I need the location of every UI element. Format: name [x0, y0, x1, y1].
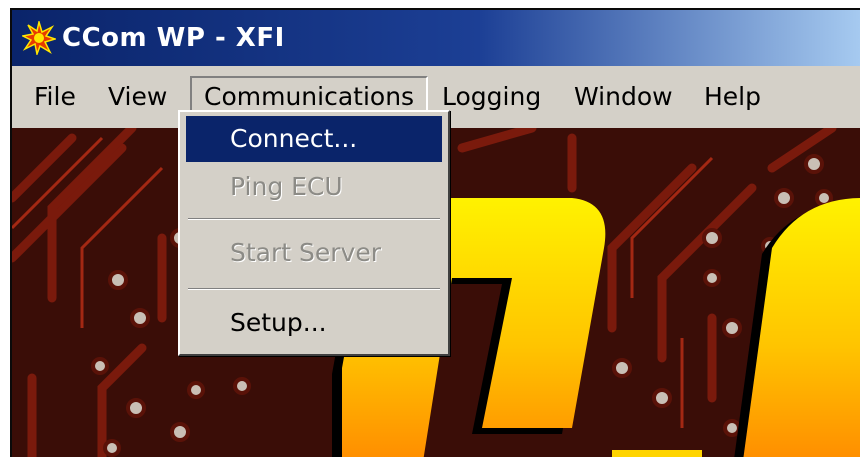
window-title: CCom WP - XFI: [62, 23, 285, 53]
menu-separator: [188, 218, 440, 220]
starburst-app-icon: [22, 21, 56, 55]
menu-item-setup[interactable]: Setup...: [186, 300, 442, 346]
menu-separator: [188, 288, 440, 290]
menu-item-connect[interactable]: Connect...: [186, 116, 442, 162]
communications-dropdown-menu: Connect... Ping ECU Start Server Setup..…: [178, 110, 450, 356]
menu-item-start-server[interactable]: Start Server: [186, 230, 442, 276]
menu-view[interactable]: View: [96, 76, 179, 118]
menu-file[interactable]: File: [22, 76, 88, 118]
menu-window[interactable]: Window: [562, 76, 685, 118]
title-bar[interactable]: CCom WP - XFI: [12, 10, 860, 66]
menu-help[interactable]: Help: [692, 76, 773, 118]
menu-item-ping-ecu[interactable]: Ping ECU: [186, 164, 442, 210]
